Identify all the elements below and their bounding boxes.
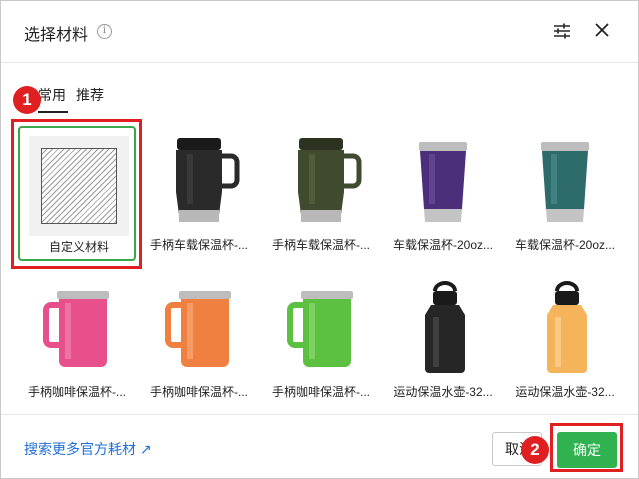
dialog-header: 选择材料 i: [1, 1, 638, 63]
tumbler-image: [541, 142, 589, 222]
material-label: 手柄咖啡保温杯-...: [272, 385, 370, 399]
material-label: 手柄车载保温杯-...: [272, 238, 370, 252]
custom-material-thumbnail: [29, 136, 129, 236]
material-label: 车载保温杯-20oz...: [392, 238, 494, 252]
dialog-title: 选择材料: [24, 27, 89, 44]
external-arrow-icon: ↗: [139, 441, 152, 457]
water-bottle-image: [425, 281, 465, 373]
select-material-dialog: 选择材料 i 常用 推荐 自定义材料 手柄车载保温杯-... 手柄车载保温杯-.…: [0, 0, 639, 479]
material-label: 运动保温水壶-32...: [515, 385, 615, 399]
tab-common[interactable]: 常用: [38, 85, 68, 113]
material-card[interactable]: 运动保温水壶-32...: [506, 273, 624, 408]
material-card[interactable]: 手柄咖啡保温杯-...: [18, 273, 136, 408]
tumbler-image: [419, 142, 467, 222]
coffee-mug-image: [165, 291, 231, 367]
travel-mug-image: [298, 138, 362, 222]
material-label: 手柄车载保温杯-...: [150, 238, 248, 252]
material-card[interactable]: 车载保温杯-20oz...: [506, 126, 624, 261]
sliders-icon[interactable]: [552, 21, 572, 41]
material-label: 手柄咖啡保温杯-...: [28, 385, 126, 399]
material-label: 手柄咖啡保温杯-...: [150, 385, 248, 399]
material-card[interactable]: 手柄咖啡保温杯-...: [140, 273, 258, 408]
hatch-pattern-icon: [41, 148, 117, 224]
close-icon[interactable]: [592, 20, 612, 40]
material-card[interactable]: 运动保温水壶-32...: [384, 273, 502, 408]
material-card[interactable]: 手柄车载保温杯-...: [262, 126, 380, 261]
step-marker-2: 2: [521, 436, 549, 464]
material-label: 自定义材料: [48, 240, 109, 254]
coffee-mug-image: [43, 291, 109, 367]
travel-mug-image: [176, 138, 240, 222]
material-card-custom[interactable]: 自定义材料: [18, 126, 136, 261]
search-more-link[interactable]: 搜索更多官方耗材 ↗: [24, 439, 152, 459]
water-bottle-image: [547, 281, 587, 373]
search-more-label: 搜索更多官方耗材: [24, 441, 136, 457]
material-card[interactable]: 手柄咖啡保温杯-...: [262, 273, 380, 408]
material-label: 车载保温杯-20oz...: [514, 238, 616, 252]
step-marker-1: 1: [13, 86, 41, 114]
material-label: 运动保温水壶-32...: [393, 385, 493, 399]
confirm-button[interactable]: 确定: [557, 432, 617, 468]
tab-recommend[interactable]: 推荐: [76, 85, 104, 105]
material-card[interactable]: 车载保温杯-20oz...: [384, 126, 502, 261]
coffee-mug-image: [287, 291, 353, 367]
material-card[interactable]: 手柄车载保温杯-...: [140, 126, 258, 261]
info-icon[interactable]: i: [97, 24, 112, 39]
